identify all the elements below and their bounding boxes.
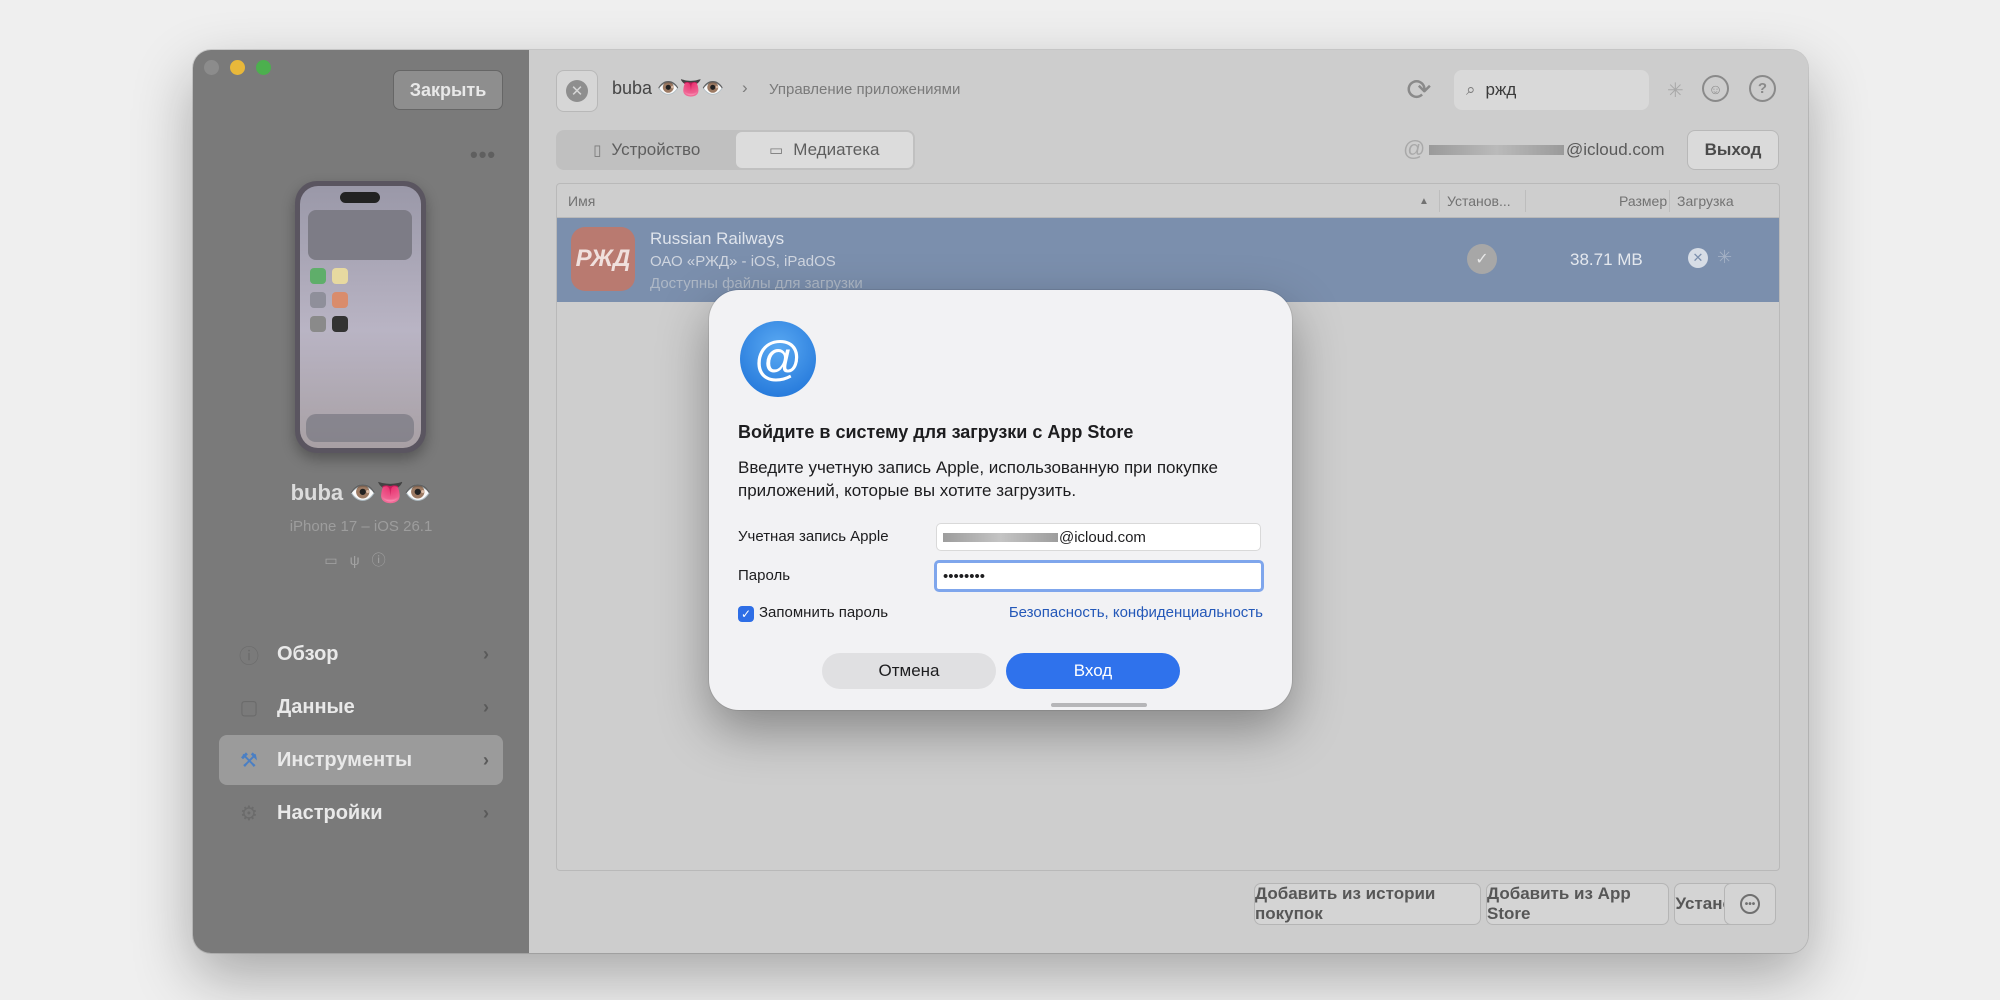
sidebar-item-label: Данные [277, 695, 355, 718]
dialog-description: Введите учетную запись Apple, использова… [738, 458, 1218, 500]
sort-asc-icon[interactable]: ▲ [1419, 196, 1429, 207]
window-maximize-button[interactable] [256, 60, 271, 75]
spinner-icon: ✳ [1717, 247, 1733, 267]
ellipsis-icon: ••• [1740, 894, 1760, 914]
back-button[interactable]: ✕ [556, 70, 598, 112]
search-input[interactable] [1485, 80, 1636, 100]
add-from-appstore-button[interactable]: Добавить из App Store [1486, 883, 1669, 925]
password-label: Пароль [738, 567, 791, 584]
cancel-button[interactable]: Отмена [822, 653, 996, 689]
column-installed[interactable]: Установ... [1447, 193, 1511, 209]
dialog-title: Войдите в систему для загрузки с App Sto… [738, 422, 1134, 442]
resize-handle [1051, 703, 1147, 707]
sidebar-item-label: Инструменты [277, 748, 413, 771]
tab-library[interactable]: ▭ Медиатека [735, 132, 913, 168]
column-size[interactable]: Размер [1619, 193, 1667, 209]
tab-label: Медиатека [793, 140, 880, 159]
close-button[interactable]: Закрыть [393, 70, 503, 110]
redacted-text [1429, 145, 1564, 155]
add-from-history-button[interactable]: Добавить из истории покупок [1254, 883, 1481, 925]
sidebar-item-tools[interactable]: ⚒ Инструменты › [219, 735, 503, 785]
chevron-right-icon: › [483, 749, 489, 770]
sidebar: Закрыть ••• buba 👁️👅👁️ iPhone 17 – iOS 2… [193, 50, 529, 953]
monitor-icon: ▭ [769, 142, 784, 159]
app-size: 38.71 MB [1570, 250, 1643, 269]
breadcrumb-page: Управление приложениями [769, 81, 961, 98]
account-suffix: @icloud.com [1059, 528, 1146, 546]
app-name: Russian Railways [650, 229, 785, 248]
more-options-icon[interactable]: ••• [470, 142, 496, 168]
column-name[interactable]: Имя [568, 193, 595, 209]
info-icon[interactable]: ⓘ [372, 552, 398, 568]
logout-button[interactable]: Выход [1687, 130, 1779, 170]
chevron-right-icon: › [742, 78, 748, 97]
sidebar-item-settings[interactable]: ⚙ Настройки › [219, 788, 503, 838]
table-header: Имя ▲ Установ... Размер Загрузка [557, 184, 1779, 218]
window-close-button[interactable] [204, 60, 219, 75]
sidebar-item-overview[interactable]: ⓘ Обзор › [219, 629, 503, 679]
close-icon: ✕ [566, 80, 588, 102]
app-publisher: ОАО «РЖД» - iOS, iPadOS [650, 253, 836, 270]
password-field[interactable]: •••••••• [934, 560, 1264, 592]
tools-icon: ⚒ [240, 749, 258, 772]
device-status-icons: ▭ψⓘ [193, 550, 529, 570]
phone-icon: ▯ [593, 142, 602, 159]
column-download[interactable]: Загрузка [1677, 193, 1734, 209]
tab-device[interactable]: ▯ Устройство [558, 132, 736, 168]
remember-label[interactable]: Запомнить пароль [759, 604, 888, 621]
gear-icon: ⚙ [240, 802, 258, 825]
sidebar-item-label: Обзор [277, 642, 339, 665]
device-name: buba 👁️👅👁️ [290, 480, 432, 505]
help-icon[interactable]: ? [1749, 75, 1776, 102]
device-image [295, 181, 426, 453]
source-tabs: ▯ Устройство ▭ Медиатека [556, 130, 915, 170]
device-model: iPhone 17 – iOS 26.1 [289, 518, 433, 535]
more-actions-button[interactable]: ••• [1724, 883, 1776, 925]
sign-in-dialog: @ Войдите в систему для загрузки с App S… [709, 290, 1292, 710]
window-minimize-button[interactable] [230, 60, 245, 75]
redacted-text [943, 532, 1058, 542]
cancel-download-icon[interactable]: ✕ [1688, 248, 1708, 268]
privacy-link[interactable]: Безопасность, конфиденциальность [1009, 604, 1263, 621]
info-icon: ⓘ [239, 645, 259, 668]
breadcrumb-device[interactable]: buba 👁️👅👁️ [612, 78, 724, 99]
tab-label: Устройство [611, 140, 701, 159]
account-field[interactable]: @icloud.com [936, 523, 1261, 551]
email-suffix: @icloud.com [1566, 140, 1665, 159]
chevron-right-icon: › [483, 802, 489, 823]
usb-icon: ψ [349, 552, 372, 568]
chevron-right-icon: › [483, 696, 489, 717]
square-icon: ▢ [239, 696, 259, 719]
search-icon: ⌕ [1466, 80, 1476, 99]
account-label: Учетная запись Apple [738, 528, 889, 545]
sidebar-item-data[interactable]: ▢ Данные › [219, 682, 503, 732]
remember-checkbox[interactable]: ✓ [738, 606, 754, 622]
refresh-icon[interactable]: ⟳ [1402, 73, 1436, 107]
battery-icon: ▭ [324, 552, 350, 568]
login-button[interactable]: Вход [1006, 653, 1180, 689]
sidebar-item-label: Настройки [277, 801, 383, 824]
chevron-right-icon: › [483, 643, 489, 664]
search-field[interactable]: ⌕ [1454, 70, 1649, 110]
at-icon: @ [1403, 136, 1426, 161]
checkmark-icon: ✓ [1467, 244, 1497, 274]
account-email: @icloud.com [1429, 140, 1665, 160]
at-sign-icon: @ [740, 321, 816, 397]
account-icon[interactable]: ☺ [1702, 75, 1729, 102]
app-icon: РЖД [571, 227, 635, 291]
spinner-icon: ✳ [1667, 80, 1684, 102]
